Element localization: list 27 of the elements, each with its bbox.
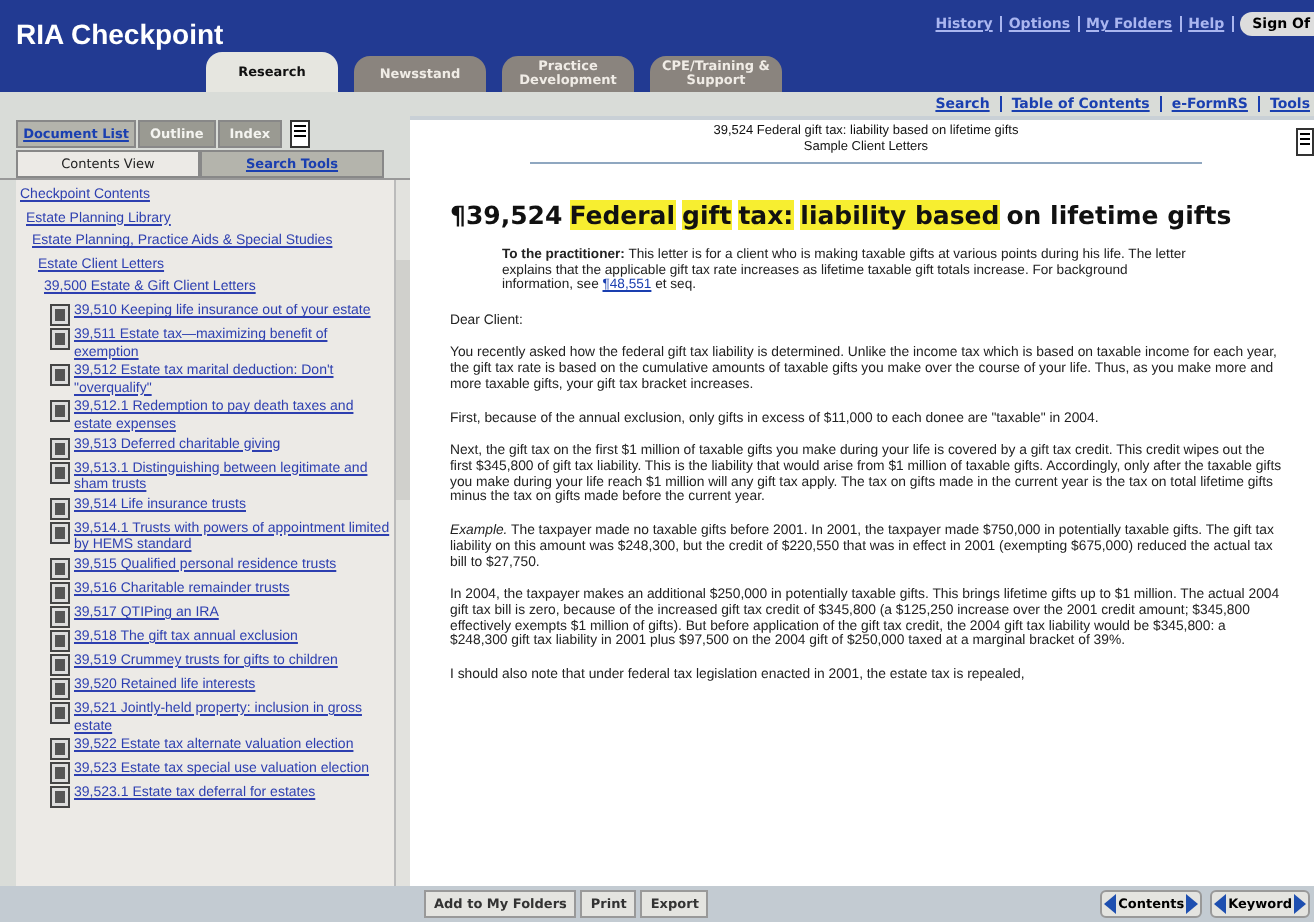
document-icon [50, 303, 70, 326]
scrollbar[interactable] [394, 180, 410, 886]
document-icon [50, 701, 70, 724]
document-icon [50, 521, 70, 544]
right-arrow-icon [1294, 894, 1306, 914]
document-icon [50, 327, 70, 350]
document-icon [50, 437, 70, 460]
document-title: ¶39,524 Federal gift tax: liability based on lifetime gifts [450, 198, 1234, 232]
document-icon [50, 738, 70, 761]
left-arrow-icon [1214, 894, 1227, 914]
document-icon [50, 605, 70, 628]
document-icon [50, 653, 70, 676]
document-icon [50, 497, 70, 520]
document-icon [50, 557, 70, 580]
menu-icon[interactable] [290, 120, 311, 148]
document-icon [50, 364, 70, 387]
document-icon [50, 581, 70, 604]
document-icon [50, 677, 70, 700]
document-icon [50, 786, 70, 809]
left-arrow-icon [1104, 894, 1117, 914]
document-icon [50, 762, 70, 785]
right-arrow-icon [1186, 894, 1199, 914]
document-icon [50, 629, 70, 652]
document-icon [50, 461, 70, 484]
menu-icon[interactable] [1296, 128, 1314, 156]
document-icon [50, 400, 70, 423]
app-logo: RIA Checkpoint [16, 18, 224, 50]
